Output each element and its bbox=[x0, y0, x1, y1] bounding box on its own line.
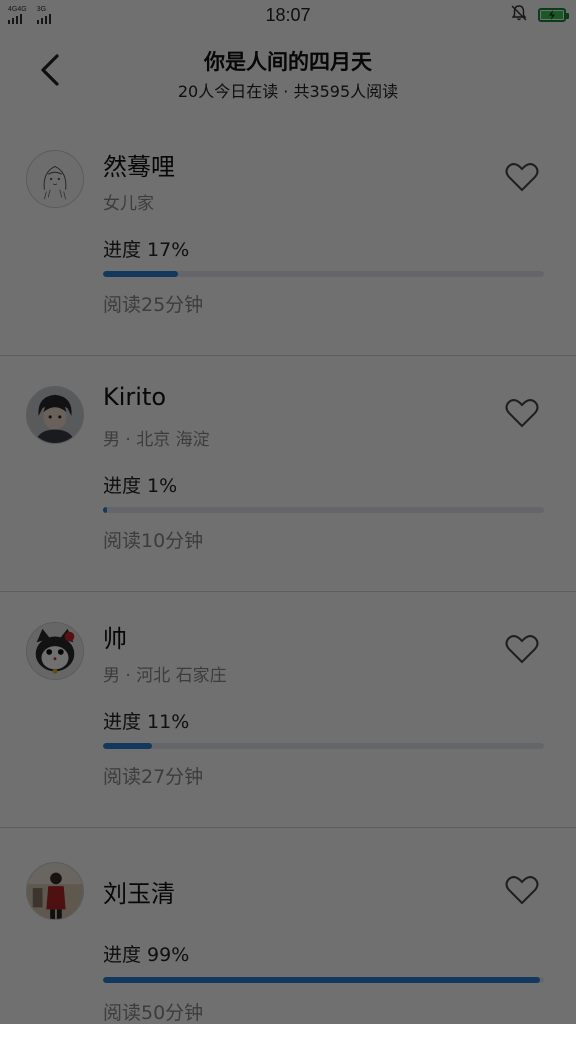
bell-muted-icon bbox=[510, 4, 528, 27]
progress-bar bbox=[103, 507, 544, 513]
read-time: 阅读50分钟 bbox=[103, 1002, 204, 1024]
reader-name: Kirito bbox=[103, 383, 167, 411]
reader-row[interactable]: 然蓦哩 女儿家 进度 17% 阅读25分钟 bbox=[0, 120, 576, 356]
reader-row[interactable]: 刘玉清 进度 99% 阅读50分钟 bbox=[0, 828, 576, 1064]
status-icons bbox=[510, 4, 569, 27]
page-header: 你是人间的四月天 20人今日在读 · 共3595人阅读 bbox=[0, 30, 576, 120]
progress-fill bbox=[103, 507, 108, 513]
cartoon-cat-avatar[interactable] bbox=[26, 622, 84, 680]
heart-icon bbox=[505, 875, 539, 909]
progress-label: 进度 1% bbox=[103, 475, 178, 497]
read-time: 阅读27分钟 bbox=[103, 766, 204, 788]
status-bar: 4G4G 3G 18:07 bbox=[0, 0, 576, 30]
progress-bar bbox=[103, 977, 544, 983]
progress-label: 进度 17% bbox=[103, 239, 190, 261]
battery-charging-icon bbox=[538, 8, 569, 22]
reading-stats: 20人今日在读 · 共3595人阅读 bbox=[177, 82, 399, 101]
reader-name: 然蓦哩 bbox=[103, 153, 175, 181]
progress-label: 进度 11% bbox=[103, 711, 190, 733]
heart-icon bbox=[505, 162, 539, 196]
reader-info: 男 · 河北 石家庄 bbox=[103, 666, 227, 686]
status-time: 18:07 bbox=[265, 5, 311, 25]
heart-icon bbox=[505, 398, 539, 432]
reader-list: 然蓦哩 女儿家 进度 17% 阅读25分钟 Kirito 男 · 北京 海淀 进… bbox=[0, 120, 576, 1064]
sketch-girl-avatar[interactable] bbox=[26, 150, 84, 208]
read-time: 阅读10分钟 bbox=[103, 530, 204, 552]
like-button[interactable] bbox=[500, 870, 544, 914]
like-button[interactable] bbox=[500, 393, 544, 437]
progress-label: 进度 99% bbox=[103, 944, 190, 966]
reader-info: 男 · 北京 海淀 bbox=[103, 430, 210, 450]
person-photo-avatar[interactable] bbox=[26, 862, 84, 920]
like-button[interactable] bbox=[500, 629, 544, 673]
reader-name: 帅 bbox=[103, 625, 127, 653]
anime-boy-avatar[interactable] bbox=[26, 386, 84, 444]
read-time: 阅读25分钟 bbox=[103, 294, 204, 316]
heart-icon bbox=[505, 634, 539, 668]
progress-bar bbox=[103, 271, 544, 277]
progress-bar bbox=[103, 743, 544, 749]
reader-row[interactable]: 帅 男 · 河北 石家庄 进度 11% 阅读27分钟 bbox=[0, 592, 576, 828]
reader-row[interactable]: Kirito 男 · 北京 海淀 进度 1% 阅读10分钟 bbox=[0, 356, 576, 592]
progress-fill bbox=[103, 271, 178, 277]
reader-info: 女儿家 bbox=[103, 194, 154, 214]
like-button[interactable] bbox=[500, 157, 544, 201]
progress-fill bbox=[103, 977, 540, 983]
page-title: 你是人间的四月天 bbox=[204, 50, 372, 74]
reader-name: 刘玉清 bbox=[103, 880, 175, 908]
progress-fill bbox=[103, 743, 152, 749]
